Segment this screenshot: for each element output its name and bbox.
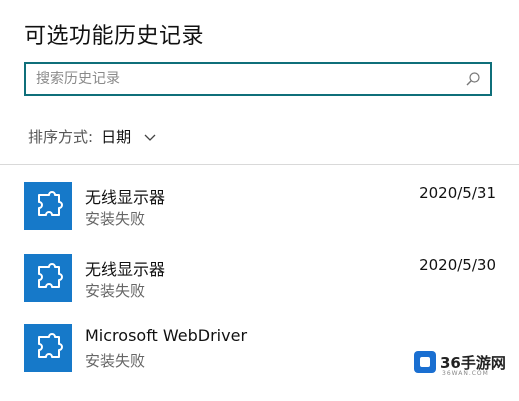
puzzle-icon: [24, 324, 72, 372]
search-box[interactable]: [24, 62, 492, 96]
list-item[interactable]: 无线显示器 安装失败 2020/5/31: [24, 180, 504, 230]
sort-value[interactable]: 日期: [101, 126, 131, 147]
search-icon[interactable]: [464, 70, 482, 88]
item-status: 安装失败: [85, 352, 146, 370]
sort-control[interactable]: 排序方式: 日期: [28, 126, 157, 147]
puzzle-icon: [24, 182, 72, 230]
sort-label: 排序方式:: [28, 128, 94, 146]
item-name: 无线显示器: [85, 260, 166, 279]
search-input[interactable]: [36, 64, 456, 94]
chevron-down-icon[interactable]: [143, 130, 157, 144]
watermark-icon: [414, 351, 436, 373]
item-name: 无线显示器: [85, 188, 166, 207]
page-title: 可选功能历史记录: [24, 24, 205, 49]
watermark-subtext: 36WAN.COM: [442, 370, 489, 377]
item-status: 安装失败: [85, 282, 146, 300]
item-name: Microsoft WebDriver: [85, 326, 248, 345]
item-status: 安装失败: [85, 210, 146, 228]
watermark-logo: 36手游网 36WAN.COM: [414, 351, 506, 377]
list-item[interactable]: 无线显示器 安装失败 2020/5/30: [24, 252, 504, 302]
puzzle-icon: [24, 254, 72, 302]
optional-features-history-page: 可选功能历史记录 排序方式: 日期 无线显示器 安装失败 2020/5/31: [0, 0, 519, 401]
item-date: 2020/5/30: [419, 256, 496, 274]
item-date: 2020/5/31: [419, 184, 496, 202]
divider: [0, 164, 519, 165]
